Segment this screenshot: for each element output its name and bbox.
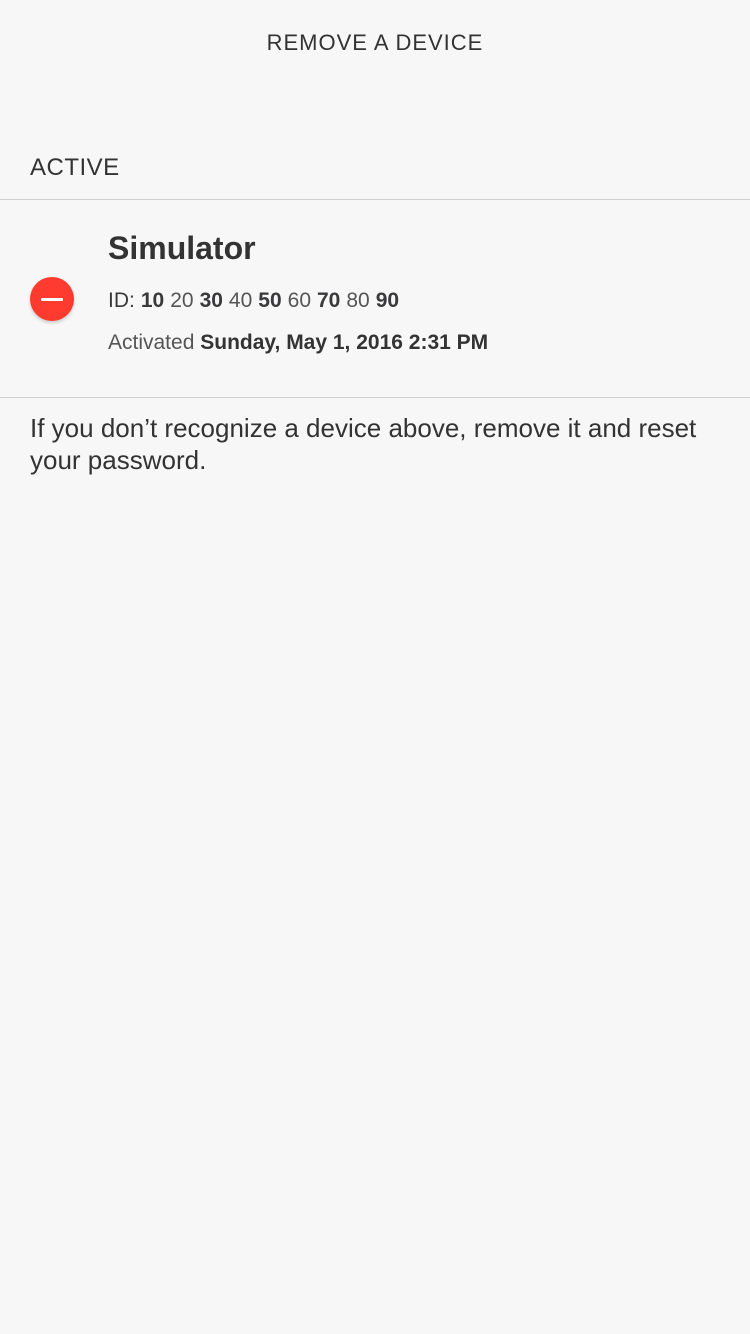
minus-circle-icon	[41, 297, 63, 301]
section-header-active: ACTIVE	[30, 154, 120, 181]
device-id-segment: 30	[199, 289, 223, 312]
device-name: Simulator	[108, 230, 256, 266]
device-id-segment: 10	[140, 289, 165, 312]
device-id-label: ID:	[108, 289, 135, 312]
activated-label: Activated	[108, 331, 195, 354]
device-id-segment: 90	[375, 289, 400, 312]
activated-date: Sunday, May 1, 2016 2:31 PM	[200, 331, 489, 354]
device-id: ID: 10 20 30 40 50 60 70 80 90	[108, 289, 399, 313]
device-id-segment: 40	[228, 289, 253, 312]
device-id-segment: 70	[317, 289, 341, 312]
device-id-segment: 50	[258, 289, 282, 312]
divider-bottom	[0, 397, 750, 398]
divider-top	[0, 199, 750, 200]
help-text: If you don’t recognize a device above, r…	[30, 413, 697, 475]
nav-title: REMOVE A DEVICE	[266, 30, 484, 55]
remove-device-button[interactable]	[30, 277, 74, 321]
device-activated: Activated Sunday, May 1, 2016 2:31 PM	[108, 331, 488, 355]
device-id-segment: 80	[346, 289, 370, 312]
device-id-segment: 60	[287, 289, 311, 312]
device-id-segment: 20	[170, 289, 194, 312]
